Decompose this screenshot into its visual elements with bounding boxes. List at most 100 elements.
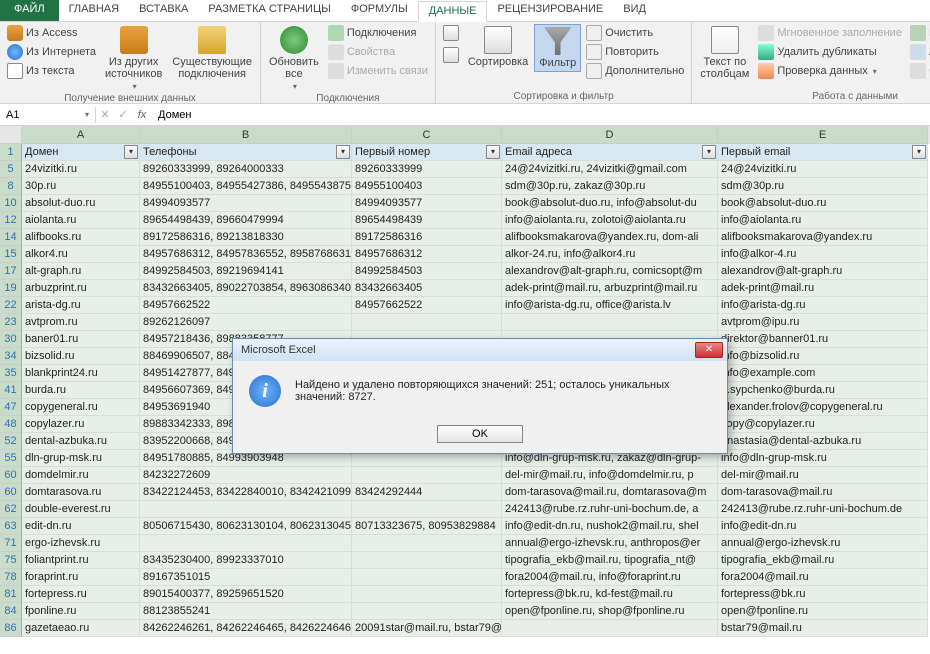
row-header[interactable]: 71 [0, 535, 22, 552]
row-header[interactable]: 81 [0, 586, 22, 603]
header-cell[interactable]: Email адреса▾ [502, 144, 718, 161]
cell[interactable] [352, 467, 502, 484]
refresh-all-button[interactable]: Обновить все▾ [265, 24, 323, 93]
what-if-button[interactable]: Анализ "что есл [907, 43, 930, 61]
cell[interactable]: domtarasova.ru [22, 484, 140, 501]
cell[interactable]: 20091star@mail.ru, bstar79@ya.ru, idb-20… [352, 620, 502, 637]
cell[interactable]: baner01.ru [22, 331, 140, 348]
cell[interactable]: 84955100403 [352, 178, 502, 195]
cell[interactable]: 84992584503 [352, 263, 502, 280]
fx-icon[interactable]: fx [132, 109, 152, 121]
filter-dropdown-icon[interactable]: ▾ [486, 145, 500, 159]
cell[interactable]: alifbooks.ru [22, 229, 140, 246]
consolidate-button[interactable]: Консолидация [907, 24, 930, 42]
cell[interactable]: bstar79@mail.ru [718, 620, 928, 637]
row-header[interactable]: 34 [0, 348, 22, 365]
cell[interactable]: 83424292444 [352, 484, 502, 501]
remove-duplicates-button[interactable]: Удалить дубликаты [755, 43, 905, 61]
cell[interactable] [352, 535, 502, 552]
cell[interactable] [352, 314, 502, 331]
cell[interactable]: annual@ergo-izhevsk.ru [718, 535, 928, 552]
cell[interactable]: 88123855241 [140, 603, 352, 620]
from-other-button[interactable]: Из других источников▾ [101, 24, 166, 93]
cell[interactable]: open@fponline.ru [718, 603, 928, 620]
col-header-C[interactable]: C [352, 126, 502, 144]
cell[interactable]: info@edit-dn.ru [718, 518, 928, 535]
row-header[interactable]: 23 [0, 314, 22, 331]
enter-icon[interactable]: ✓ [114, 108, 132, 121]
from-text-button[interactable]: Из текста [4, 62, 99, 80]
from-access-button[interactable]: Из Access [4, 24, 99, 42]
row-header[interactable]: 22 [0, 297, 22, 314]
filter-dropdown-icon[interactable]: ▾ [702, 145, 716, 159]
cell[interactable]: alifbooksmakarova@yandex.ru, dom-ali [502, 229, 718, 246]
relations-button[interactable]: Отношения [907, 62, 930, 80]
data-validation-button[interactable]: Проверка данных▾ [755, 62, 905, 80]
row-header[interactable]: 48 [0, 416, 22, 433]
clear-button[interactable]: Очистить [583, 24, 687, 42]
row-header[interactable]: 62 [0, 501, 22, 518]
filter-dropdown-icon[interactable]: ▾ [336, 145, 350, 159]
cell[interactable]: 24@24vizitki.ru, 24vizitki@gmail.com [502, 161, 718, 178]
cell[interactable]: info@example.com [718, 365, 928, 382]
cancel-icon[interactable]: ✕ [96, 108, 114, 121]
cell[interactable]: arista-dg.ru [22, 297, 140, 314]
cell[interactable]: 242413@rube.rz.ruhr-uni-bochum.de, a [502, 501, 718, 518]
ok-button[interactable]: OK [437, 425, 523, 443]
row-header[interactable]: 30 [0, 331, 22, 348]
row-header[interactable]: 10 [0, 195, 22, 212]
row-header[interactable]: 60 [0, 467, 22, 484]
cell[interactable]: foliantprint.ru [22, 552, 140, 569]
row-header[interactable]: 5 [0, 161, 22, 178]
close-icon[interactable]: ✕ [695, 342, 723, 358]
cell[interactable]: 80713323675, 80953829884 [352, 518, 502, 535]
cell[interactable]: open@fponline.ru, shop@fponline.ru [502, 603, 718, 620]
cell[interactable]: fora2004@mail.ru [718, 569, 928, 586]
tab-file[interactable]: ФАЙЛ [0, 0, 59, 21]
row-header[interactable]: 86 [0, 620, 22, 637]
cell[interactable]: 89260333999, 89264000333 [140, 161, 352, 178]
header-cell[interactable]: Первый email▾ [718, 144, 928, 161]
cell[interactable]: info@alkor-4.ru [718, 246, 928, 263]
row-header[interactable]: 84 [0, 603, 22, 620]
cell[interactable]: 84992584503, 89219694141 [140, 263, 352, 280]
tab-view[interactable]: ВИД [613, 0, 656, 21]
row-header[interactable]: 41 [0, 382, 22, 399]
cell[interactable] [502, 620, 718, 637]
row-header[interactable]: 8 [0, 178, 22, 195]
formula-input[interactable] [152, 107, 930, 123]
cell[interactable]: info@edit-dn.ru, nushok2@mail.ru, shel [502, 518, 718, 535]
cell[interactable]: direktor@banner01.ru [718, 331, 928, 348]
tab-review[interactable]: РЕЦЕНЗИРОВАНИЕ [487, 0, 613, 21]
cell[interactable]: tipografia_ekb@mail.ru [718, 552, 928, 569]
col-header-A[interactable]: A [22, 126, 140, 144]
cell[interactable]: info@arista-dg.ru [718, 297, 928, 314]
cell[interactable]: 83432663405, 89022703854, 89630863405 [140, 280, 352, 297]
cell[interactable]: edit-dn.ru [22, 518, 140, 535]
cell[interactable]: avtprom@ipu.ru [718, 314, 928, 331]
row-header[interactable]: 35 [0, 365, 22, 382]
cell[interactable]: 30p.ru [22, 178, 140, 195]
cell[interactable]: fortepress@bk.ru [718, 586, 928, 603]
cell[interactable]: gazetaeao.ru [22, 620, 140, 637]
header-cell[interactable]: Первый номер▾ [352, 144, 502, 161]
row-header[interactable]: 15 [0, 246, 22, 263]
cell[interactable]: 84957686312, 84957836552, 89587686312 [140, 246, 352, 263]
tab-data[interactable]: ДАННЫЕ [418, 1, 488, 22]
cell[interactable]: sdm@30p.ru, zakaz@30p.ru [502, 178, 718, 195]
select-all-corner[interactable] [0, 126, 22, 144]
cell[interactable]: foraprint.ru [22, 569, 140, 586]
row-header[interactable]: 75 [0, 552, 22, 569]
name-box[interactable]: A1▾ [0, 107, 96, 123]
cell[interactable] [352, 569, 502, 586]
cell[interactable]: adek-print@mail.ru [718, 280, 928, 297]
cell[interactable]: 89167351015 [140, 569, 352, 586]
cell[interactable]: 84957662522 [352, 297, 502, 314]
cell[interactable] [352, 603, 502, 620]
sort-za-button[interactable] [440, 46, 462, 64]
existing-conn-button[interactable]: Существующие подключения [168, 24, 256, 82]
cell[interactable]: 89262126097 [140, 314, 352, 331]
cell[interactable]: 89654498439 [352, 212, 502, 229]
cell[interactable] [352, 552, 502, 569]
cell[interactable]: 242413@rube.rz.ruhr-uni-bochum.de [718, 501, 928, 518]
